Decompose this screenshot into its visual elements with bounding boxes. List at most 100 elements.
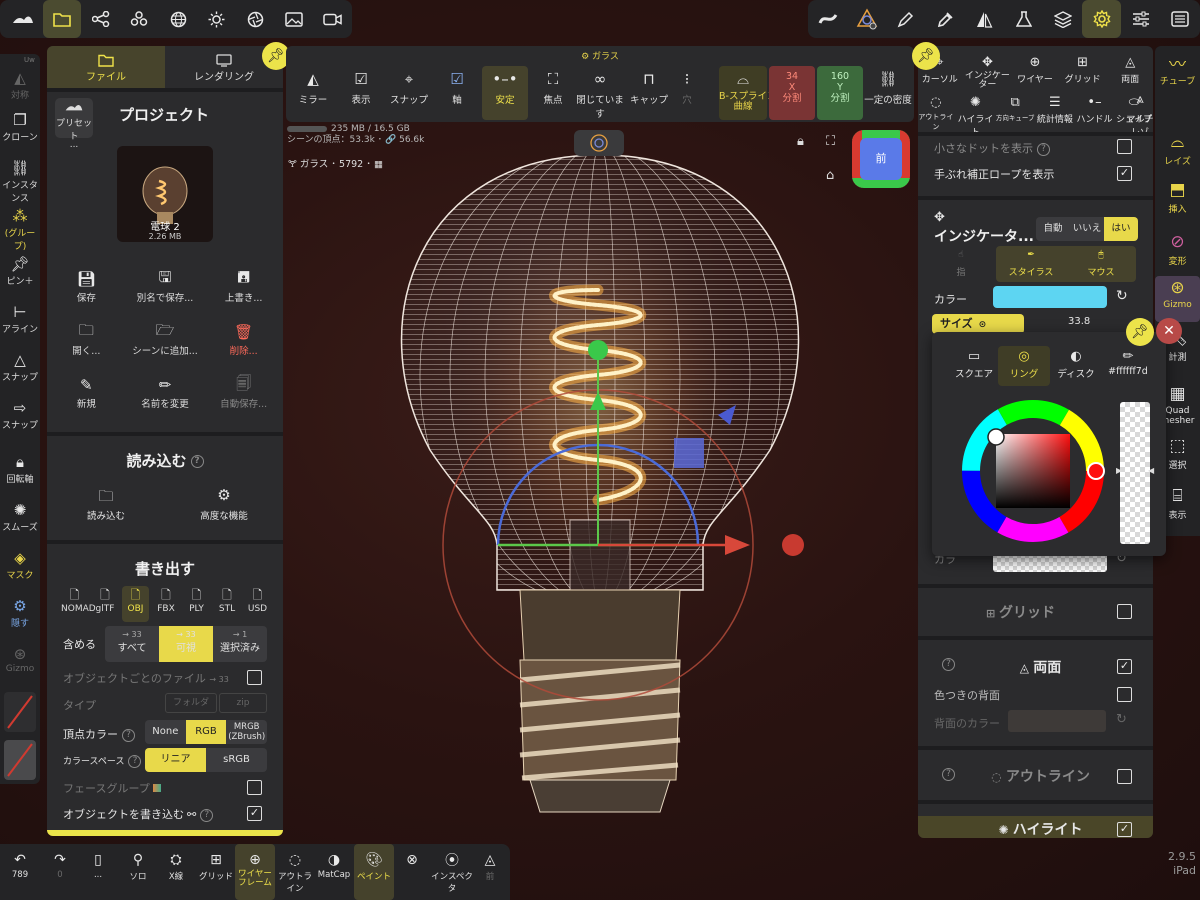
format-ply[interactable]: 🗋 PLY	[183, 586, 210, 622]
overwrite-button[interactable]: 🖪 上書き...	[204, 268, 283, 321]
undo-button[interactable]: ↶ 789	[0, 844, 40, 900]
paint-button[interactable]: 🎨︎ ペイント	[354, 844, 394, 900]
lock-icon[interactable]: 🔒︎	[797, 134, 804, 149]
import-button[interactable]: 🗀 読み込む	[47, 486, 165, 522]
redo-button[interactable]: ↷ 0	[40, 844, 80, 900]
brush-swatch-2[interactable]	[4, 740, 36, 780]
colorspace-linear[interactable]: リニア	[145, 748, 206, 772]
outline-checkbox[interactable]	[1117, 769, 1132, 784]
view-cube[interactable]: 前	[852, 130, 910, 188]
help-icon[interactable]: ?	[200, 808, 214, 822]
light-icon[interactable]	[197, 0, 236, 38]
tool-snap-2[interactable]: ⇨ スナップ	[0, 398, 40, 431]
write-objects-checkbox[interactable]: ✓	[247, 806, 262, 821]
close-picker-button[interactable]: ✕	[1156, 318, 1182, 344]
brush-swatch-1[interactable]	[4, 692, 36, 732]
tool-instance[interactable]: ⛓ インスタンス	[0, 158, 40, 204]
hue-handle[interactable]	[1087, 462, 1105, 480]
display-button[interactable]: ☑ 表示	[338, 66, 384, 120]
tool-insert[interactable]: ⬒ 挿入	[1155, 178, 1200, 215]
tool-transform[interactable]: ⊘ 変形	[1155, 230, 1200, 267]
grid-button[interactable]: ⊞ グリッド	[196, 844, 236, 900]
symmetry-icon[interactable]	[965, 0, 1004, 38]
help-icon[interactable]: ?	[1037, 142, 1050, 156]
option-stats[interactable]: ☰ 統計情報	[1035, 92, 1075, 136]
tool-align[interactable]: ⊢ アライン	[0, 302, 40, 335]
highlight-checkbox[interactable]: ✓	[1117, 822, 1132, 837]
matcap-button[interactable]: ◑ MatCap	[314, 844, 354, 900]
preset-button[interactable]: プリセット ...	[55, 98, 93, 150]
sv-handle[interactable]	[987, 428, 1005, 446]
option-outline[interactable]: ◌ アウトライン	[918, 92, 956, 136]
input-finger[interactable]: ☝ 指	[926, 246, 996, 282]
focus-button[interactable]: ⛶ 焦点	[530, 66, 576, 120]
xray-button[interactable]: ⛭ X線	[156, 844, 196, 900]
include-visible[interactable]: → 33 可視	[159, 626, 213, 662]
tool-pin[interactable]: 📌︎ ピン＋	[0, 254, 40, 287]
tool-symmetry[interactable]: ◭ 対称	[0, 68, 40, 101]
save-button[interactable]: 💾︎ 保存	[47, 268, 126, 321]
grid-checkbox[interactable]	[1117, 604, 1132, 619]
picker-hex-option[interactable]: ✏︎ #ffffff7d	[1098, 346, 1158, 386]
pin-settings-panel-button[interactable]: 📌︎	[912, 42, 940, 70]
colored-back-checkbox[interactable]	[1117, 687, 1132, 702]
picker-square-option[interactable]: ▭ スクエア	[946, 346, 1002, 386]
help-icon[interactable]: ?	[122, 728, 135, 742]
vertex-color-rgb[interactable]: RGB	[185, 720, 227, 744]
rename-button[interactable]: ✏︎ 名前を変更	[126, 374, 205, 427]
tool-lathe[interactable]: ⌓ レイズ	[1155, 130, 1200, 167]
back-color-swatch[interactable]	[1008, 710, 1106, 732]
disabled-tool-button[interactable]: ⊗	[392, 844, 432, 900]
format-fbx[interactable]: 🗋 FBX	[153, 586, 180, 622]
advanced-button[interactable]: ⚙ 高度な機能	[165, 486, 283, 522]
show-small-dots-checkbox[interactable]	[1117, 139, 1132, 154]
wireframe-button[interactable]: ⊕ ワイヤーフレーム	[235, 844, 275, 900]
bspline-button[interactable]: ⌓ B-スプライン 曲線	[719, 66, 776, 120]
reset-icon[interactable]: ↻	[1116, 288, 1128, 304]
video-icon[interactable]	[313, 0, 352, 38]
materials-icon[interactable]	[120, 0, 159, 38]
colorspace-srgb[interactable]: sRGB	[206, 748, 267, 772]
y-divisions-button[interactable]: 160 Y 分割	[817, 66, 863, 120]
cap-button[interactable]: ⊓ キャップ	[626, 66, 672, 120]
indicator-yes[interactable]: はい	[1104, 217, 1138, 241]
stable-button[interactable]: •–• 安定	[482, 66, 528, 120]
constant-density-button[interactable]: ⛓ 一定の密度	[864, 66, 912, 120]
scene-tree-icon[interactable]	[81, 0, 120, 38]
picker-ring-option[interactable]: ◎ リング	[998, 346, 1050, 386]
include-selected[interactable]: → 1 選択済み	[213, 626, 267, 662]
option-grid[interactable]: ⊞ グリッド	[1059, 52, 1107, 96]
inspector-button[interactable]: ⦿ インスペクタ	[430, 844, 474, 900]
per-object-file-checkbox[interactable]	[247, 670, 262, 685]
option-indicator[interactable]: ✥ インジケーター	[964, 52, 1012, 96]
autosave-button[interactable]: 🗐 自動保存...	[204, 374, 283, 427]
menu-icon[interactable]	[1161, 0, 1200, 38]
sliders-icon[interactable]	[1122, 0, 1161, 38]
project-thumbnail[interactable]: 電球 2 2.26 MB	[117, 146, 213, 242]
tool-mask[interactable]: ◈ マスク	[0, 548, 40, 581]
size-slider-label[interactable]: サイズ ⊙	[932, 314, 1024, 334]
show-smooth-rope-checkbox[interactable]: ✓	[1117, 166, 1132, 181]
tool-hide[interactable]: ⚙ 隠す	[0, 596, 40, 629]
layers-icon[interactable]	[1043, 0, 1082, 38]
indicator-no[interactable]: いいえ	[1070, 217, 1104, 241]
solo-button[interactable]: ⚲ ソロ	[118, 844, 158, 900]
dropper-icon[interactable]	[926, 0, 965, 38]
option-highlight[interactable]: ✺ハイライト	[956, 92, 996, 139]
delete-button[interactable]: 🗑︎ 削除...	[204, 321, 283, 374]
format-gltf[interactable]: 🗋 glTF	[92, 586, 119, 622]
option-direction-cube[interactable]: ⧉ 方向キューブ	[995, 92, 1035, 136]
expand-icon[interactable]: ⛶	[826, 134, 835, 149]
sphere-grid-icon[interactable]	[159, 0, 198, 38]
tool-snap-1[interactable]: △ スナップ	[0, 350, 40, 383]
new-button[interactable]: ✎ 新規	[47, 374, 126, 427]
pin-picker-button[interactable]: 📌︎	[1126, 318, 1154, 346]
option-handle[interactable]: •– ハンドル	[1075, 92, 1115, 136]
tool-group[interactable]: ⁂ (グループ)	[0, 206, 40, 252]
home-icon[interactable]: ⌂	[826, 168, 834, 183]
brush-icon[interactable]	[886, 0, 925, 38]
tool-smooth[interactable]: ✺ スムーズ	[0, 500, 40, 533]
pivot-icon[interactable]	[847, 0, 886, 38]
hole-button[interactable]: ⁝ 穴	[672, 66, 702, 120]
help-icon[interactable]: ?	[190, 455, 204, 468]
